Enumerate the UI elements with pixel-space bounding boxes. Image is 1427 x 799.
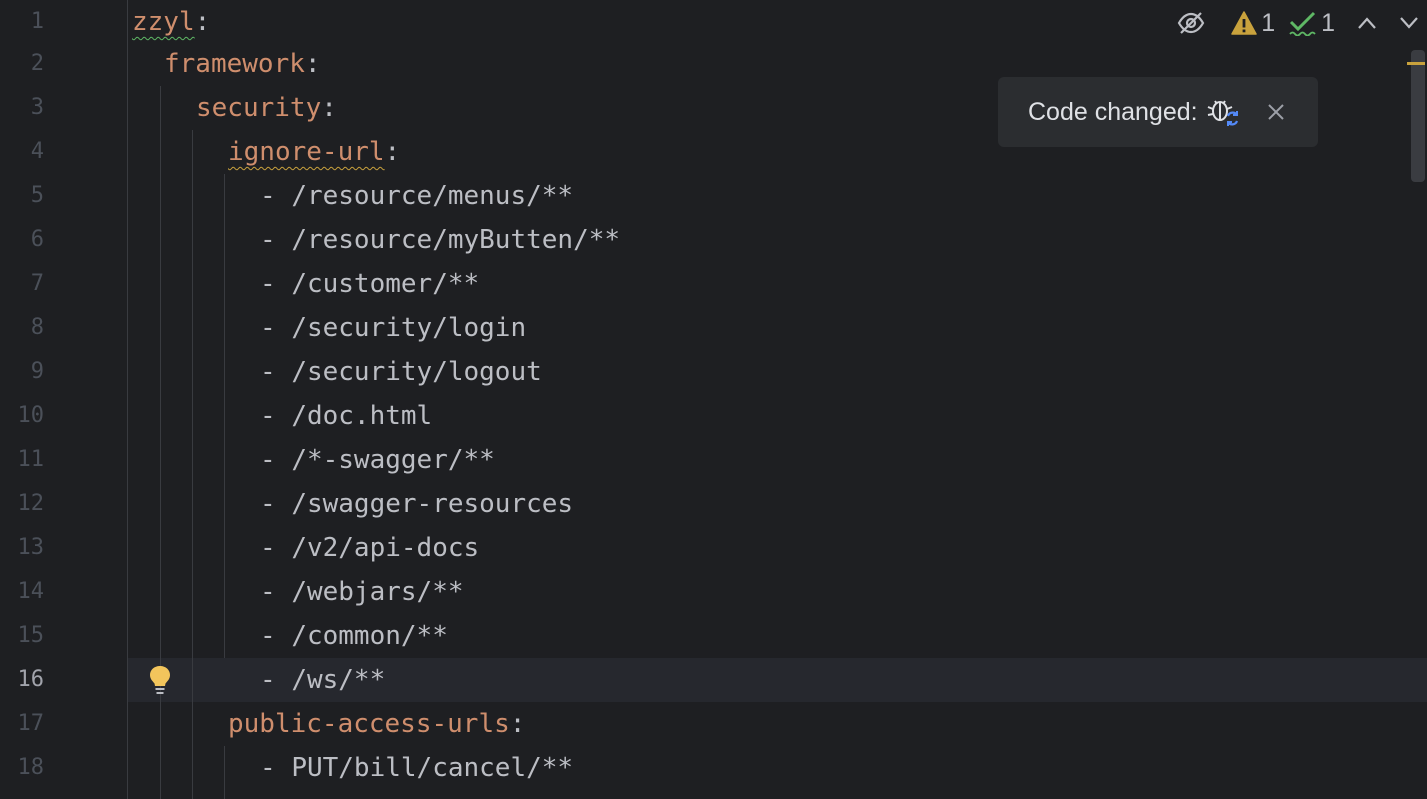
inspection-widget: 1 1 <box>1157 0 1427 46</box>
yaml-colon: : <box>321 93 337 123</box>
code-line[interactable]: - /customer/** <box>260 262 479 306</box>
code-line[interactable]: security: <box>196 86 337 130</box>
typos-indicator[interactable]: 1 <box>1289 0 1335 46</box>
code-line[interactable]: framework: <box>164 42 321 86</box>
yaml-list-dash: - <box>260 753 292 783</box>
reader-mode-toggle[interactable] <box>1177 0 1205 46</box>
code-line[interactable]: - /resource/menus/** <box>260 174 573 218</box>
line-number: 15 <box>17 623 45 648</box>
yaml-key: zzyl <box>132 7 195 37</box>
yaml-value: /ws/** <box>291 665 386 695</box>
yaml-value: PUT/bill/cancel/** <box>291 753 574 783</box>
line-number: 1 <box>30 9 44 34</box>
code-line[interactable]: - PUT/bill/cancel/** <box>260 746 573 790</box>
code-line[interactable]: - /webjars/** <box>260 570 464 614</box>
line-number-current: 16 <box>17 667 45 692</box>
yaml-list-dash: - <box>260 489 292 519</box>
line-number: 9 <box>30 359 44 384</box>
line-number: 17 <box>17 711 45 736</box>
yaml-list-dash: - <box>260 445 292 475</box>
yaml-list-dash: - <box>260 225 292 255</box>
yaml-colon: : <box>194 7 211 37</box>
code-line[interactable]: - /common/** <box>260 614 448 658</box>
next-highlight-button[interactable] <box>1399 0 1419 46</box>
code-line[interactable]: public-access-urls: <box>228 702 525 746</box>
yaml-value: /doc.html <box>291 401 433 431</box>
warning-scroll-marker[interactable] <box>1407 62 1425 65</box>
eye-off-icon <box>1177 12 1205 34</box>
warnings-count: 1 <box>1261 8 1276 37</box>
typos-count: 1 <box>1321 8 1335 37</box>
yaml-colon: : <box>304 49 321 79</box>
line-number: 12 <box>17 491 45 516</box>
yaml-key: framework <box>164 49 305 79</box>
typo-check-icon <box>1289 11 1316 36</box>
code-line[interactable]: - /v2/api-docs <box>260 526 479 570</box>
code-line[interactable]: - /swagger-resources <box>260 482 573 526</box>
line-number: 6 <box>30 227 44 252</box>
yaml-value: /security/logout <box>291 357 542 387</box>
indent-guide <box>224 174 225 658</box>
indent-guide <box>224 746 225 799</box>
line-number: 5 <box>30 183 44 208</box>
line-number: 13 <box>17 535 45 560</box>
yaml-list-dash: - <box>260 357 292 387</box>
popup-label: Code changed: <box>1028 97 1198 126</box>
yaml-value: /*-swagger/** <box>291 445 495 475</box>
chevron-down-icon <box>1400 17 1418 29</box>
yaml-list-dash: - <box>260 313 292 343</box>
yaml-list-dash: - <box>260 181 292 211</box>
code-line[interactable]: - /*-swagger/** <box>260 438 495 482</box>
yaml-value: /v2/api-docs <box>291 533 480 563</box>
yaml-list-dash: - <box>260 269 292 299</box>
yaml-value: /webjars/** <box>291 577 464 607</box>
scrollbar-thumb[interactable] <box>1411 50 1425 182</box>
line-number: 3 <box>30 95 44 120</box>
line-number: 14 <box>17 579 45 604</box>
yaml-list-dash: - <box>260 533 292 563</box>
yaml-list-dash: - <box>260 621 292 651</box>
yaml-value: /swagger-resources <box>291 489 574 519</box>
yaml-value: /common/** <box>291 621 448 651</box>
yaml-key: public-access-urls <box>228 709 510 739</box>
code-changed-popup: Code changed: <box>998 77 1318 147</box>
code-line-current[interactable]: - /ws/** <box>260 658 385 702</box>
chevron-up-icon <box>1358 17 1376 29</box>
yaml-value: /resource/menus/** <box>291 181 574 211</box>
yaml-value: /security/login <box>291 313 527 343</box>
warnings-indicator[interactable]: 1 <box>1231 0 1275 46</box>
code-line[interactable]: ignore-url: <box>228 130 400 174</box>
yaml-list-dash: - <box>260 577 292 607</box>
code-line[interactable]: zzyl: <box>132 0 210 44</box>
warning-icon <box>1231 11 1257 35</box>
line-number: 2 <box>30 51 44 76</box>
yaml-list-dash: - <box>260 665 292 695</box>
code-line[interactable]: - /security/logout <box>260 350 542 394</box>
yaml-value: /resource/myButten/** <box>291 225 621 255</box>
yaml-key: security <box>196 93 322 123</box>
lightbulb-icon[interactable] <box>148 664 172 696</box>
line-number: 10 <box>17 403 45 428</box>
code-line[interactable]: - /security/login <box>260 306 526 350</box>
code-line[interactable]: - /resource/myButten/** <box>260 218 620 262</box>
line-number: 18 <box>17 755 45 780</box>
line-number: 8 <box>30 315 44 340</box>
yaml-list-dash: - <box>260 401 292 431</box>
yaml-value: /customer/** <box>291 269 480 299</box>
yaml-colon: : <box>509 709 526 739</box>
code-line[interactable]: - /doc.html <box>260 394 432 438</box>
yaml-key: ignore-url <box>228 137 385 167</box>
line-number: 11 <box>17 447 45 472</box>
code-editor[interactable]: 1 2 3 4 5 6 7 8 9 10 11 12 13 14 15 16 1… <box>0 0 1427 799</box>
close-icon[interactable] <box>1264 100 1288 124</box>
previous-highlight-button[interactable] <box>1357 0 1377 46</box>
line-number: 7 <box>30 271 44 296</box>
indent-guide <box>192 130 193 799</box>
debug-reload-icon[interactable] <box>1206 96 1240 128</box>
yaml-colon: : <box>384 137 401 167</box>
line-number: 4 <box>30 139 44 164</box>
